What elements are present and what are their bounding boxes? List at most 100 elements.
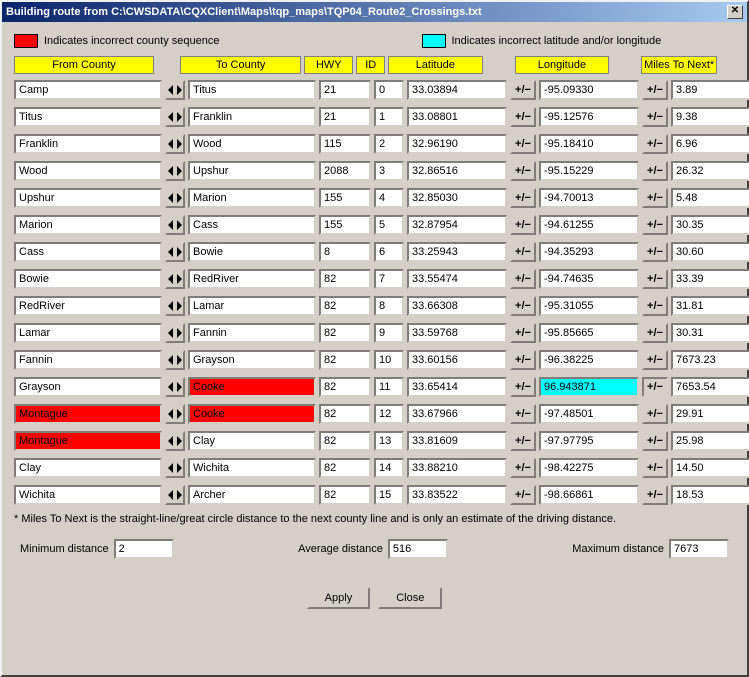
latitude-field[interactable]: 33.60156 — [407, 350, 507, 370]
from-county-field[interactable]: Montague — [14, 404, 162, 424]
from-county-field[interactable]: Upshur — [14, 188, 162, 208]
miles-to-next-field[interactable]: 9.38 — [671, 107, 749, 127]
from-county-stepper[interactable] — [165, 161, 185, 181]
latitude-plusminus[interactable]: +/− — [510, 296, 536, 316]
latitude-field[interactable]: 33.08801 — [407, 107, 507, 127]
from-county-stepper[interactable] — [165, 242, 185, 262]
min-distance-field[interactable]: 2 — [114, 539, 174, 559]
longitude-plusminus[interactable]: +/− — [642, 431, 668, 451]
to-county-field[interactable]: Fannin — [188, 323, 316, 343]
longitude-field[interactable]: -98.42275 — [539, 458, 639, 478]
from-county-field[interactable]: Grayson — [14, 377, 162, 397]
longitude-plusminus[interactable]: +/− — [642, 458, 668, 478]
miles-to-next-field[interactable]: 5.48 — [671, 188, 749, 208]
from-county-stepper[interactable] — [165, 377, 185, 397]
from-county-stepper[interactable] — [165, 188, 185, 208]
latitude-plusminus[interactable]: +/− — [510, 134, 536, 154]
longitude-field[interactable]: -94.35293 — [539, 242, 639, 262]
id-field[interactable]: 3 — [374, 161, 404, 181]
from-county-field[interactable]: Marion — [14, 215, 162, 235]
from-county-field[interactable]: Lamar — [14, 323, 162, 343]
id-field[interactable]: 0 — [374, 80, 404, 100]
latitude-plusminus[interactable]: +/− — [510, 242, 536, 262]
miles-to-next-field[interactable]: 7673.23 — [671, 350, 749, 370]
from-county-field[interactable]: Clay — [14, 458, 162, 478]
miles-to-next-field[interactable]: 33.39 — [671, 269, 749, 289]
longitude-field[interactable]: -97.97795 — [539, 431, 639, 451]
from-county-field[interactable]: Cass — [14, 242, 162, 262]
latitude-field[interactable]: 32.85030 — [407, 188, 507, 208]
longitude-plusminus[interactable]: +/− — [642, 134, 668, 154]
id-field[interactable]: 12 — [374, 404, 404, 424]
to-county-field[interactable]: Marion — [188, 188, 316, 208]
from-county-stepper[interactable] — [165, 296, 185, 316]
latitude-plusminus[interactable]: +/− — [510, 350, 536, 370]
longitude-plusminus[interactable]: +/− — [642, 80, 668, 100]
longitude-plusminus[interactable]: +/− — [642, 188, 668, 208]
id-field[interactable]: 9 — [374, 323, 404, 343]
latitude-field[interactable]: 33.67966 — [407, 404, 507, 424]
latitude-plusminus[interactable]: +/− — [510, 269, 536, 289]
close-icon[interactable]: ✕ — [727, 5, 743, 19]
longitude-plusminus[interactable]: +/− — [642, 485, 668, 505]
latitude-field[interactable]: 33.55474 — [407, 269, 507, 289]
miles-to-next-field[interactable]: 29.91 — [671, 404, 749, 424]
from-county-stepper[interactable] — [165, 107, 185, 127]
from-county-field[interactable]: Fannin — [14, 350, 162, 370]
id-field[interactable]: 14 — [374, 458, 404, 478]
hwy-field[interactable]: 82 — [319, 269, 371, 289]
from-county-stepper[interactable] — [165, 80, 185, 100]
latitude-field[interactable]: 32.86516 — [407, 161, 507, 181]
id-field[interactable]: 2 — [374, 134, 404, 154]
longitude-plusminus[interactable]: +/− — [642, 377, 668, 397]
id-field[interactable]: 8 — [374, 296, 404, 316]
latitude-plusminus[interactable]: +/− — [510, 404, 536, 424]
hwy-field[interactable]: 82 — [319, 296, 371, 316]
longitude-plusminus[interactable]: +/− — [642, 242, 668, 262]
to-county-field[interactable]: Wichita — [188, 458, 316, 478]
max-distance-field[interactable]: 7673 — [669, 539, 729, 559]
from-county-field[interactable]: Wood — [14, 161, 162, 181]
from-county-stepper[interactable] — [165, 404, 185, 424]
miles-to-next-field[interactable]: 14.50 — [671, 458, 749, 478]
id-field[interactable]: 7 — [374, 269, 404, 289]
longitude-field[interactable]: -95.09330 — [539, 80, 639, 100]
hwy-field[interactable]: 82 — [319, 458, 371, 478]
miles-to-next-field[interactable]: 18.53 — [671, 485, 749, 505]
from-county-field[interactable]: Montague — [14, 431, 162, 451]
from-county-field[interactable]: Camp — [14, 80, 162, 100]
id-field[interactable]: 13 — [374, 431, 404, 451]
hwy-field[interactable]: 2088 — [319, 161, 371, 181]
miles-to-next-field[interactable]: 26.32 — [671, 161, 749, 181]
to-county-field[interactable]: Grayson — [188, 350, 316, 370]
from-county-stepper[interactable] — [165, 350, 185, 370]
to-county-field[interactable]: RedRiver — [188, 269, 316, 289]
id-field[interactable]: 10 — [374, 350, 404, 370]
hwy-field[interactable]: 82 — [319, 404, 371, 424]
longitude-plusminus[interactable]: +/− — [642, 161, 668, 181]
id-field[interactable]: 11 — [374, 377, 404, 397]
to-county-field[interactable]: Clay — [188, 431, 316, 451]
hwy-field[interactable]: 155 — [319, 215, 371, 235]
to-county-field[interactable]: Cass — [188, 215, 316, 235]
from-county-stepper[interactable] — [165, 215, 185, 235]
latitude-field[interactable]: 33.81609 — [407, 431, 507, 451]
to-county-field[interactable]: Wood — [188, 134, 316, 154]
id-field[interactable]: 4 — [374, 188, 404, 208]
longitude-field[interactable]: -95.31055 — [539, 296, 639, 316]
hwy-field[interactable]: 21 — [319, 80, 371, 100]
hwy-field[interactable]: 82 — [319, 323, 371, 343]
latitude-field[interactable]: 32.87954 — [407, 215, 507, 235]
longitude-plusminus[interactable]: +/− — [642, 107, 668, 127]
miles-to-next-field[interactable]: 7653.54 — [671, 377, 749, 397]
to-county-field[interactable]: Bowie — [188, 242, 316, 262]
latitude-field[interactable]: 33.65414 — [407, 377, 507, 397]
longitude-field[interactable]: 96.943871 — [539, 377, 639, 397]
id-field[interactable]: 5 — [374, 215, 404, 235]
to-county-field[interactable]: Archer — [188, 485, 316, 505]
to-county-field[interactable]: Lamar — [188, 296, 316, 316]
miles-to-next-field[interactable]: 3.89 — [671, 80, 749, 100]
latitude-field[interactable]: 32.96190 — [407, 134, 507, 154]
hwy-field[interactable]: 115 — [319, 134, 371, 154]
from-county-stepper[interactable] — [165, 485, 185, 505]
